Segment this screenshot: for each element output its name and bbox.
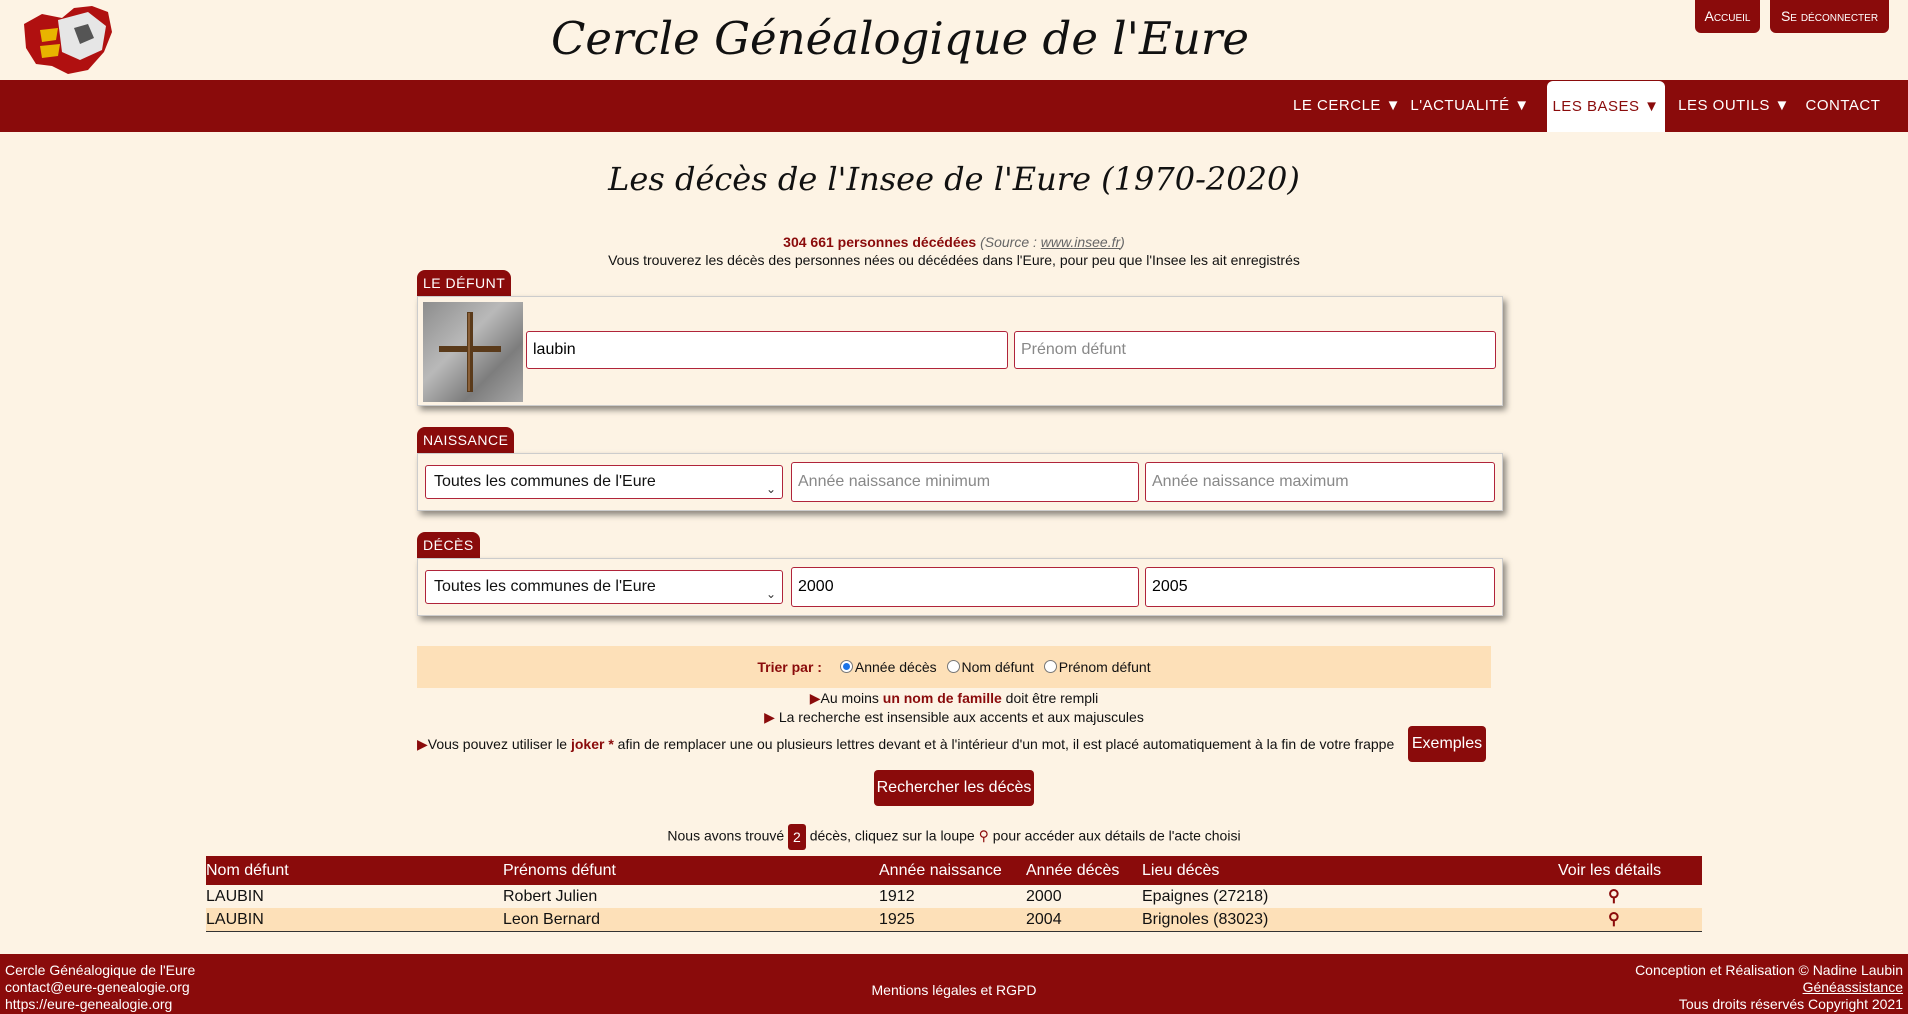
deces-commune-select[interactable]: Toutes les communes de l'Eure ⌄ bbox=[425, 570, 783, 604]
sort-option-nom[interactable]: Nom défunt bbox=[962, 659, 1034, 675]
deces-max-input[interactable] bbox=[1145, 567, 1495, 607]
tab-naissance: NAISSANCE bbox=[417, 427, 515, 453]
deces-min-input[interactable] bbox=[791, 567, 1139, 607]
footer-url[interactable]: https://eure-genealogie.org bbox=[5, 996, 195, 1013]
tab-deces: DÉCÈS bbox=[417, 532, 480, 558]
footer-legal-link[interactable]: Mentions légales et RGPD bbox=[0, 982, 1908, 998]
triangle-right-icon: ▶ bbox=[764, 709, 775, 725]
source-suffix: ) bbox=[1120, 234, 1125, 250]
results-count-badge: 2 bbox=[788, 824, 806, 850]
naissance-panel: Toutes les communes de l'Eure ⌄ bbox=[417, 453, 1503, 511]
naissance-commune-select[interactable]: Toutes les communes de l'Eure ⌄ bbox=[425, 465, 783, 499]
loupe-icon[interactable]: ⚲ bbox=[1608, 885, 1620, 908]
deces-commune-value: Toutes les communes de l'Eure bbox=[434, 578, 656, 595]
logout-button[interactable]: Se déconnecter bbox=[1770, 0, 1889, 33]
naissance-commune-value: Toutes les communes de l'Eure bbox=[434, 473, 656, 490]
col-details: Voir les détails bbox=[1558, 862, 1662, 879]
rule-accents: ▶ La recherche est insensible aux accent… bbox=[764, 709, 1144, 725]
table-row: LAUBIN Leon Bernard 1925 2004 Brignoles … bbox=[206, 908, 1702, 932]
nav-les-outils[interactable]: LES OUTILS ▼ bbox=[1678, 80, 1790, 132]
cross-icon bbox=[439, 312, 501, 392]
intro-text: Vous trouverez les décès des personnes n… bbox=[608, 252, 1300, 268]
death-count: 304 661 personnes décédées bbox=[783, 234, 977, 250]
chevron-down-icon: ⌄ bbox=[765, 482, 776, 496]
footer-geneassistance-link[interactable]: Généassistance bbox=[1635, 979, 1903, 996]
col-naissance: Année naissance bbox=[879, 862, 1002, 879]
footer-copyright: Tous droits réservés Copyright 2021 bbox=[1678, 996, 1903, 1012]
nav-les-bases[interactable]: LES BASES ▼ bbox=[1547, 81, 1665, 132]
insee-link[interactable]: www.insee.fr bbox=[1041, 234, 1120, 250]
col-deces: Année décès bbox=[1026, 862, 1120, 879]
loupe-icon[interactable]: ⚲ bbox=[1608, 908, 1620, 931]
results-table: Nom défunt Prénoms défunt Année naissanc… bbox=[206, 856, 1702, 932]
loupe-icon: ⚲ bbox=[978, 827, 989, 844]
nav-contact[interactable]: CONTACT bbox=[1800, 80, 1886, 132]
naissance-max-input[interactable] bbox=[1145, 462, 1495, 502]
naissance-min-input[interactable] bbox=[791, 462, 1139, 502]
rule-nom-famille: ▶Au moins un nom de famille doit être re… bbox=[809, 690, 1099, 706]
page-title: Les décès de l'Insee de l'Eure (1970-202… bbox=[608, 160, 1300, 198]
sort-bar: Trier par : Année décès Nom défunt Préno… bbox=[417, 646, 1491, 688]
results-summary: Nous avons trouvé 2 décès, cliquez sur l… bbox=[0, 824, 1908, 850]
search-button[interactable]: Rechercher les décès bbox=[874, 770, 1034, 806]
sort-radio-prenom[interactable] bbox=[1043, 660, 1057, 673]
sort-option-annee[interactable]: Année décès bbox=[855, 659, 937, 675]
site-header: Cercle Généalogique de l'Eure Accueil Se… bbox=[0, 0, 1908, 80]
chevron-down-icon: ⌄ bbox=[765, 587, 776, 601]
source-prefix: (Source : bbox=[980, 234, 1041, 250]
nav-actualite[interactable]: L'ACTUALITÉ ▼ bbox=[1410, 80, 1530, 132]
cross-image bbox=[423, 302, 523, 402]
footer-right: Conception et Réalisation © Nadine Laubi… bbox=[1635, 962, 1903, 1013]
sort-option-prenom[interactable]: Prénom défunt bbox=[1059, 659, 1151, 675]
rule-joker: ▶Vous pouvez utiliser le joker * afin de… bbox=[417, 736, 1395, 752]
stats-line: 304 661 personnes décédées (Source : www… bbox=[0, 234, 1908, 250]
sort-label: Trier par : bbox=[757, 659, 822, 675]
site-title: Cercle Généalogique de l'Eure bbox=[550, 12, 1249, 65]
table-header: Nom défunt Prénoms défunt Année naissanc… bbox=[206, 856, 1702, 885]
tab-le-defunt: LE DÉFUNT bbox=[417, 270, 512, 296]
defunt-panel bbox=[417, 296, 1503, 406]
nom-defunt-input[interactable] bbox=[526, 331, 1008, 369]
table-row: LAUBIN Robert Julien 1912 2000 Epaignes … bbox=[206, 885, 1702, 908]
site-footer: Cercle Généalogique de l'Eure contact@eu… bbox=[0, 954, 1908, 1014]
col-prenoms: Prénoms défunt bbox=[503, 862, 616, 879]
triangle-right-icon: ▶ bbox=[417, 736, 428, 752]
nav-le-cercle[interactable]: LE CERCLE ▼ bbox=[1290, 80, 1404, 132]
accueil-button[interactable]: Accueil bbox=[1695, 0, 1760, 33]
examples-button[interactable]: Exemples bbox=[1408, 726, 1486, 762]
col-lieu: Lieu décès bbox=[1142, 862, 1220, 879]
deces-panel: Toutes les communes de l'Eure ⌄ bbox=[417, 558, 1503, 616]
main-nav: LE CERCLE ▼ L'ACTUALITÉ ▼ LES BASES ▼ LE… bbox=[0, 80, 1908, 132]
triangle-right-icon: ▶ bbox=[809, 690, 821, 706]
footer-credits: Conception et Réalisation © Nadine Laubi… bbox=[1635, 962, 1903, 978]
col-nom: Nom défunt bbox=[206, 862, 289, 879]
footer-org-name: Cercle Généalogique de l'Eure bbox=[5, 962, 196, 978]
prenom-defunt-input[interactable] bbox=[1014, 331, 1496, 369]
sort-radio-nom[interactable] bbox=[946, 660, 960, 673]
sort-radio-annee[interactable] bbox=[839, 660, 853, 673]
